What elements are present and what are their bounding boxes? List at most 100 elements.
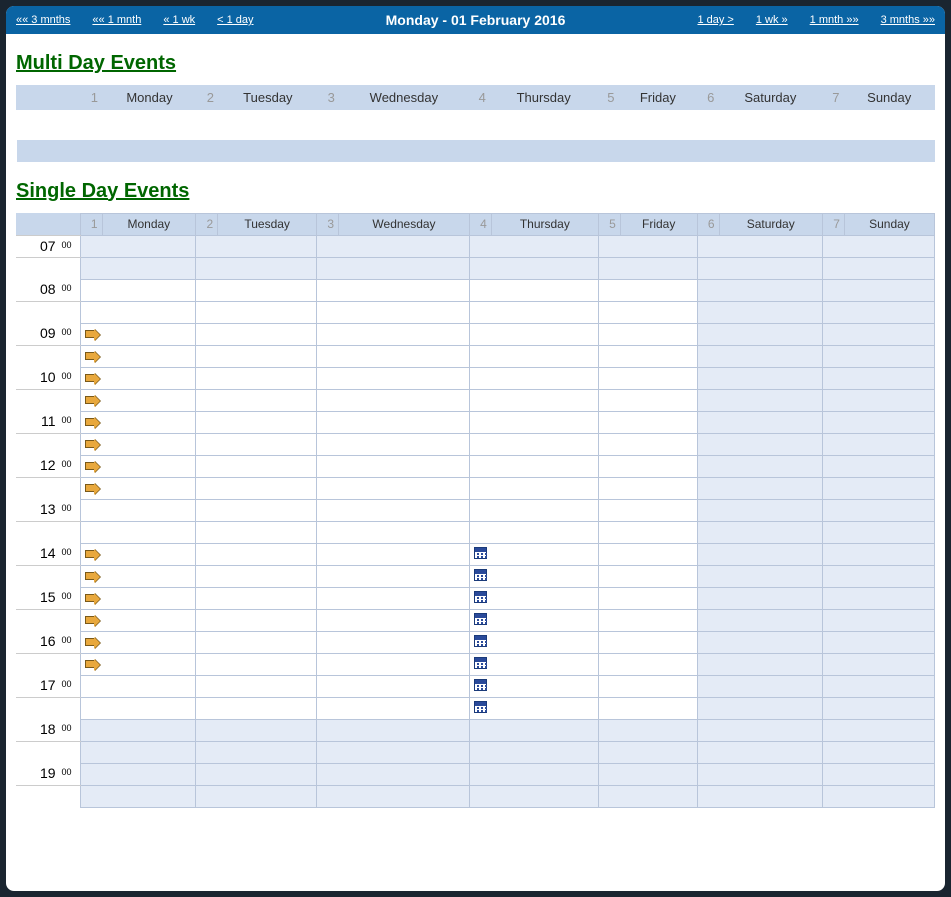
event-arrow-icon[interactable] xyxy=(85,550,95,558)
time-slot[interactable] xyxy=(697,323,822,345)
time-slot[interactable] xyxy=(469,323,598,345)
time-slot[interactable] xyxy=(469,631,598,653)
time-slot[interactable] xyxy=(598,477,697,499)
time-slot[interactable] xyxy=(317,367,470,389)
time-slot[interactable] xyxy=(697,477,822,499)
time-slot[interactable] xyxy=(822,719,934,741)
time-slot[interactable] xyxy=(317,389,470,411)
time-slot[interactable] xyxy=(598,301,697,323)
nav-forward-1month[interactable]: 1 mnth »» xyxy=(810,14,859,26)
time-slot[interactable] xyxy=(598,411,697,433)
time-slot[interactable] xyxy=(697,675,822,697)
time-slot[interactable] xyxy=(598,323,697,345)
time-slot[interactable] xyxy=(469,587,598,609)
time-slot[interactable] xyxy=(80,587,196,609)
time-slot[interactable] xyxy=(317,235,470,257)
time-slot[interactable] xyxy=(598,609,697,631)
event-calendar-icon[interactable] xyxy=(474,591,487,603)
time-slot[interactable] xyxy=(697,235,822,257)
time-slot[interactable] xyxy=(80,741,196,763)
time-slot[interactable] xyxy=(80,521,196,543)
time-slot[interactable] xyxy=(598,697,697,719)
time-slot[interactable] xyxy=(822,763,934,785)
time-slot[interactable] xyxy=(196,257,317,279)
time-slot[interactable] xyxy=(196,411,317,433)
time-slot[interactable] xyxy=(196,345,317,367)
time-slot[interactable] xyxy=(317,301,470,323)
time-slot[interactable] xyxy=(317,719,470,741)
time-slot[interactable] xyxy=(317,785,470,807)
time-slot[interactable] xyxy=(80,279,196,301)
time-slot[interactable] xyxy=(469,785,598,807)
time-slot[interactable] xyxy=(317,741,470,763)
time-slot[interactable] xyxy=(80,543,196,565)
time-slot[interactable] xyxy=(196,367,317,389)
time-slot[interactable] xyxy=(598,257,697,279)
time-slot[interactable] xyxy=(598,235,697,257)
event-arrow-icon[interactable] xyxy=(85,330,95,338)
time-slot[interactable] xyxy=(469,301,598,323)
time-slot[interactable] xyxy=(697,389,822,411)
time-slot[interactable] xyxy=(822,235,934,257)
time-slot[interactable] xyxy=(469,741,598,763)
time-slot[interactable] xyxy=(469,565,598,587)
time-slot[interactable] xyxy=(196,323,317,345)
time-slot[interactable] xyxy=(822,785,934,807)
time-slot[interactable] xyxy=(317,279,470,301)
time-slot[interactable] xyxy=(80,763,196,785)
time-slot[interactable] xyxy=(469,411,598,433)
time-slot[interactable] xyxy=(469,235,598,257)
time-slot[interactable] xyxy=(598,389,697,411)
time-slot[interactable] xyxy=(317,609,470,631)
event-arrow-icon[interactable] xyxy=(85,638,95,646)
time-slot[interactable] xyxy=(469,763,598,785)
time-slot[interactable] xyxy=(196,433,317,455)
time-slot[interactable] xyxy=(697,565,822,587)
nav-forward-1week[interactable]: 1 wk » xyxy=(756,14,788,26)
time-slot[interactable] xyxy=(697,741,822,763)
time-slot[interactable] xyxy=(317,543,470,565)
time-slot[interactable] xyxy=(196,389,317,411)
event-calendar-icon[interactable] xyxy=(474,613,487,625)
time-slot[interactable] xyxy=(598,587,697,609)
time-slot[interactable] xyxy=(80,455,196,477)
time-slot[interactable] xyxy=(196,235,317,257)
nav-forward-3months[interactable]: 3 mnths »» xyxy=(881,14,935,26)
time-slot[interactable] xyxy=(80,477,196,499)
time-slot[interactable] xyxy=(80,499,196,521)
time-slot[interactable] xyxy=(697,785,822,807)
time-slot[interactable] xyxy=(697,411,822,433)
time-slot[interactable] xyxy=(822,741,934,763)
time-slot[interactable] xyxy=(598,345,697,367)
time-slot[interactable] xyxy=(697,719,822,741)
nav-back-1day[interactable]: < 1 day xyxy=(217,14,253,26)
time-slot[interactable] xyxy=(822,653,934,675)
time-slot[interactable] xyxy=(80,785,196,807)
time-slot[interactable] xyxy=(317,653,470,675)
time-slot[interactable] xyxy=(822,477,934,499)
time-slot[interactable] xyxy=(598,675,697,697)
time-slot[interactable] xyxy=(697,609,822,631)
time-slot[interactable] xyxy=(80,345,196,367)
time-slot[interactable] xyxy=(822,543,934,565)
time-slot[interactable] xyxy=(80,235,196,257)
time-slot[interactable] xyxy=(196,301,317,323)
time-slot[interactable] xyxy=(822,389,934,411)
time-slot[interactable] xyxy=(469,543,598,565)
time-slot[interactable] xyxy=(469,499,598,521)
time-slot[interactable] xyxy=(598,521,697,543)
event-calendar-icon[interactable] xyxy=(474,635,487,647)
time-slot[interactable] xyxy=(822,609,934,631)
time-slot[interactable] xyxy=(598,367,697,389)
time-slot[interactable] xyxy=(822,257,934,279)
time-slot[interactable] xyxy=(469,455,598,477)
event-arrow-icon[interactable] xyxy=(85,352,95,360)
time-slot[interactable] xyxy=(598,565,697,587)
time-slot[interactable] xyxy=(822,565,934,587)
time-slot[interactable] xyxy=(598,499,697,521)
time-slot[interactable] xyxy=(469,279,598,301)
time-slot[interactable] xyxy=(822,345,934,367)
time-slot[interactable] xyxy=(822,455,934,477)
event-arrow-icon[interactable] xyxy=(85,594,95,602)
time-slot[interactable] xyxy=(80,609,196,631)
